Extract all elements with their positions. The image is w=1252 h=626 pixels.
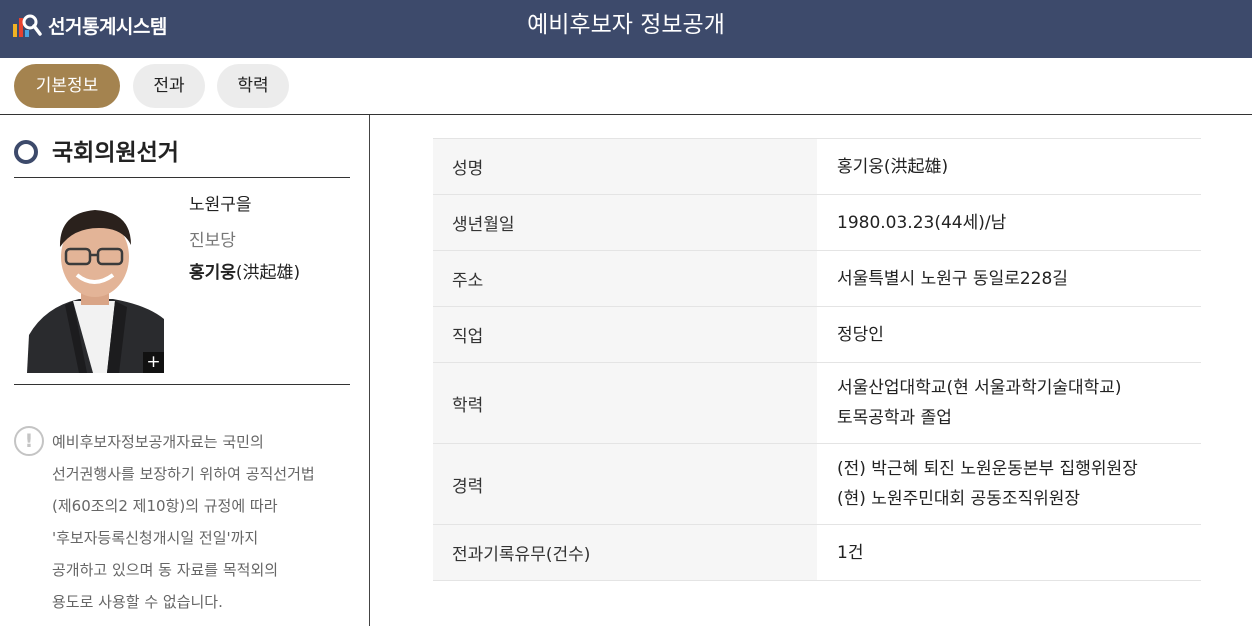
tab-basic-info[interactable]: 기본정보 (14, 64, 120, 108)
value-line: 서울산업대학교(현 서울과학기술대학교) (837, 378, 1122, 398)
candidate-name: 홍기웅(洪起雄) (189, 258, 300, 283)
row-value: 1980.03.23(44세)/남 (817, 195, 1201, 250)
candidate-sidebar: 국회의원선거 + 노원구을 진보당 홍기웅(洪起雄) ! 예비후보자정보공개자료… (0, 115, 370, 626)
value-line: 서울특별시 노원구 동일로228길 (837, 268, 1068, 289)
value-line: 토목공학과 졸업 (837, 408, 952, 428)
row-value: (전) 박근혜 퇴진 노원운동본부 집행위원장 (현) 노원주민대회 공동조직위… (817, 444, 1201, 524)
table-row-education: 학력 서울산업대학교(현 서울과학기술대학교) 토목공학과 졸업 (433, 363, 1201, 444)
row-value: 서울특별시 노원구 동일로228길 (817, 251, 1201, 306)
table-row-name: 성명 홍기웅(洪起雄) (433, 139, 1201, 195)
row-label: 경력 (433, 444, 817, 524)
table-row-criminal-record: 전과기록유무(건수) 1건 (433, 525, 1201, 581)
election-type-title: 국회의원선거 (52, 140, 179, 166)
candidate-info-table: 성명 홍기웅(洪起雄) 생년월일 1980.03.23(44세)/남 주소 서울… (433, 138, 1201, 581)
notice-line: 공개하고 있으며 동 자료를 목적외의 (52, 561, 279, 579)
row-value: 1건 (817, 525, 1201, 580)
candidate-name-hanja: (洪起雄) (235, 263, 301, 283)
candidate-portrait-image (27, 195, 164, 373)
value-line: 정당인 (837, 324, 884, 345)
row-value: 정당인 (817, 307, 1201, 362)
disclosure-notice: 예비후보자정보공개자료는 국민의 선거권행사를 보장하기 위하여 공직선거법 (… (52, 426, 357, 618)
table-row-career: 경력 (전) 박근혜 퇴진 노원운동본부 집행위원장 (현) 노원주민대회 공동… (433, 444, 1201, 525)
candidate-photo[interactable]: + (27, 195, 164, 373)
candidate-name-korean: 홍기웅 (189, 263, 236, 283)
value-line: (전) 박근혜 퇴진 노원운동본부 집행위원장 (837, 459, 1138, 479)
notice-line: 선거권행사를 보장하기 위하여 공직선거법 (52, 465, 315, 483)
row-label: 주소 (433, 251, 817, 306)
site-logo[interactable]: 선거통계시스템 (12, 10, 167, 40)
exclamation-icon: ! (14, 426, 44, 456)
tab-bar: 기본정보 전과 학력 (0, 58, 1252, 115)
notice-line: (제60조의2 제10항)의 규정에 따라 (52, 497, 278, 515)
table-row-address: 주소 서울특별시 노원구 동일로228길 (433, 251, 1201, 307)
stats-logo-icon (13, 14, 42, 37)
tab-criminal-record[interactable]: 전과 (133, 64, 205, 108)
party-name: 진보당 (189, 231, 236, 251)
photo-enlarge-button[interactable]: + (143, 352, 164, 373)
row-value: 홍기웅(洪起雄) (817, 139, 1201, 194)
row-label: 생년월일 (433, 195, 817, 250)
election-type-heading: 국회의원선거 (14, 135, 350, 178)
ring-bullet-icon (14, 140, 38, 164)
top-header-bar: 선거통계시스템 예비후보자 정보공개 (0, 0, 1252, 58)
notice-line: 예비후보자정보공개자료는 국민의 (52, 433, 264, 451)
value-line: (현) 노원주민대회 공동조직위원장 (837, 489, 1081, 509)
value-line: 1980.03.23(44세)/남 (837, 212, 1007, 233)
district-name: 노원구을 (189, 195, 252, 215)
notice-line: 용도로 사용할 수 없습니다. (52, 593, 223, 611)
row-value: 서울산업대학교(현 서울과학기술대학교) 토목공학과 졸업 (817, 363, 1201, 443)
row-label: 학력 (433, 363, 817, 443)
page-title: 예비후보자 정보공개 (527, 12, 725, 38)
logo-text: 선거통계시스템 (48, 15, 167, 38)
value-line: 1건 (837, 542, 864, 563)
notice-line: '후보자등록신청개시일 전일'까지 (52, 529, 259, 547)
table-row-birthdate: 생년월일 1980.03.23(44세)/남 (433, 195, 1201, 251)
row-label: 성명 (433, 139, 817, 194)
value-line: 홍기웅(洪起雄) (837, 156, 949, 177)
row-label: 직업 (433, 307, 817, 362)
row-label: 전과기록유무(건수) (433, 525, 817, 580)
table-row-occupation: 직업 정당인 (433, 307, 1201, 363)
sidebar-divider (14, 384, 350, 385)
tab-education[interactable]: 학력 (217, 64, 289, 108)
